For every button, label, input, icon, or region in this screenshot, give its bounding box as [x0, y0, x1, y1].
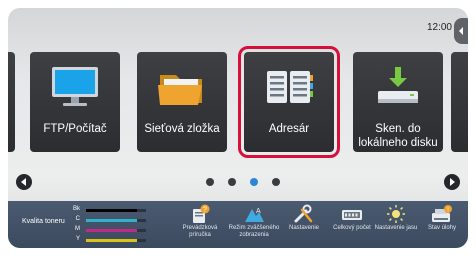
- tile-label: Sken. do lokálneho disku: [358, 123, 438, 149]
- bottom-toolbar: Kvalita toneru Bk C M Y ? Prevádzková pr…: [8, 201, 468, 248]
- shortcut-settings[interactable]: Nastavenie: [278, 204, 330, 248]
- status-bar: 12:00: [8, 8, 468, 46]
- folder-icon: [152, 64, 212, 110]
- toner-letter: C: [75, 216, 80, 222]
- toner-bar-track: [86, 219, 146, 222]
- tile-label: Sieťová zložka: [144, 123, 220, 135]
- svg-text:A: A: [256, 208, 261, 215]
- touch-panel-screen: 12:00 FTP/Počítač Sieťová zložka Adresár…: [8, 8, 468, 248]
- toner-quality-label: Kvalita toneru: [22, 218, 65, 225]
- next-tile-edge[interactable]: [451, 52, 468, 152]
- toner-bar-track: [86, 209, 146, 212]
- toner-row-c: C: [72, 216, 168, 225]
- counter-icon: [340, 204, 364, 224]
- toner-row-bk: Bk: [72, 206, 168, 215]
- large-display-mode-icon: A: [242, 204, 266, 224]
- tile-address-book[interactable]: Adresár: [238, 46, 340, 158]
- shortcut-label: Prevádzková príručka: [182, 225, 218, 238]
- shortcut-job-status[interactable]: ! Stav úlohy: [416, 204, 468, 248]
- shortcut-label: Režim zväčšeného zobrazenia: [228, 225, 280, 238]
- toner-bar-m: [86, 229, 137, 232]
- shortcut-operation-guide[interactable]: ? Prevádzková príručka: [174, 204, 226, 248]
- local-disk-download-icon: [368, 64, 428, 110]
- toner-bar-c: [86, 219, 137, 222]
- shortcut-label: Stav úlohy: [427, 225, 457, 231]
- svg-text:!: !: [447, 206, 449, 213]
- toner-letter: Y: [75, 236, 80, 242]
- pager-row: [8, 174, 468, 194]
- monitor-icon: [45, 64, 105, 110]
- toner-levels[interactable]: Bk C M Y: [72, 204, 168, 246]
- shortcut-brightness[interactable]: Nastavenie jasu: [370, 204, 422, 248]
- book-question-icon: ?: [188, 204, 212, 224]
- address-book-icon: [259, 64, 319, 110]
- toner-bar-y: [86, 239, 137, 242]
- tile-label: Adresár: [268, 123, 310, 135]
- tile-network-folder[interactable]: Sieťová zložka: [137, 52, 227, 152]
- toner-bar-bk: [86, 209, 137, 212]
- shortcut-label: Nastavenie jasu: [374, 225, 418, 231]
- toner-bar-track: [86, 229, 146, 232]
- svg-text:?: ?: [203, 207, 207, 214]
- tile-ftp-computer[interactable]: FTP/Počítač: [30, 52, 120, 152]
- job-status-icon: !: [430, 204, 454, 224]
- previous-page-button[interactable]: [16, 174, 32, 190]
- shortcut-label: Nastavenie: [288, 225, 320, 231]
- page-indicator: [206, 178, 280, 186]
- app-tiles-row: FTP/Počítač Sieťová zložka Adresár Sken.…: [8, 46, 468, 162]
- wrench-screwdriver-icon: [292, 204, 316, 224]
- page-dot[interactable]: [206, 178, 214, 186]
- tile-label: FTP/Počítač: [43, 123, 107, 135]
- previous-tile-edge[interactable]: [8, 52, 15, 152]
- toner-bar-track: [86, 239, 146, 242]
- shortcut-large-display-mode[interactable]: A Režim zväčšeného zobrazenia: [228, 204, 280, 248]
- next-page-button[interactable]: [444, 174, 460, 190]
- page-dot-active[interactable]: [250, 178, 258, 186]
- clock: 12:00: [426, 22, 452, 33]
- toner-row-y: Y: [72, 236, 168, 245]
- shortcut-label: Celkový počet: [333, 225, 371, 231]
- toner-row-m: M: [72, 226, 168, 235]
- side-panel-handle[interactable]: [454, 18, 468, 44]
- toner-letter: M: [75, 226, 80, 232]
- brightness-icon: [384, 204, 408, 224]
- page-dot[interactable]: [228, 178, 236, 186]
- tile-scan-to-local-disk[interactable]: Sken. do lokálneho disku: [353, 52, 443, 152]
- toner-letter: Bk: [72, 206, 80, 212]
- page-dot[interactable]: [272, 178, 280, 186]
